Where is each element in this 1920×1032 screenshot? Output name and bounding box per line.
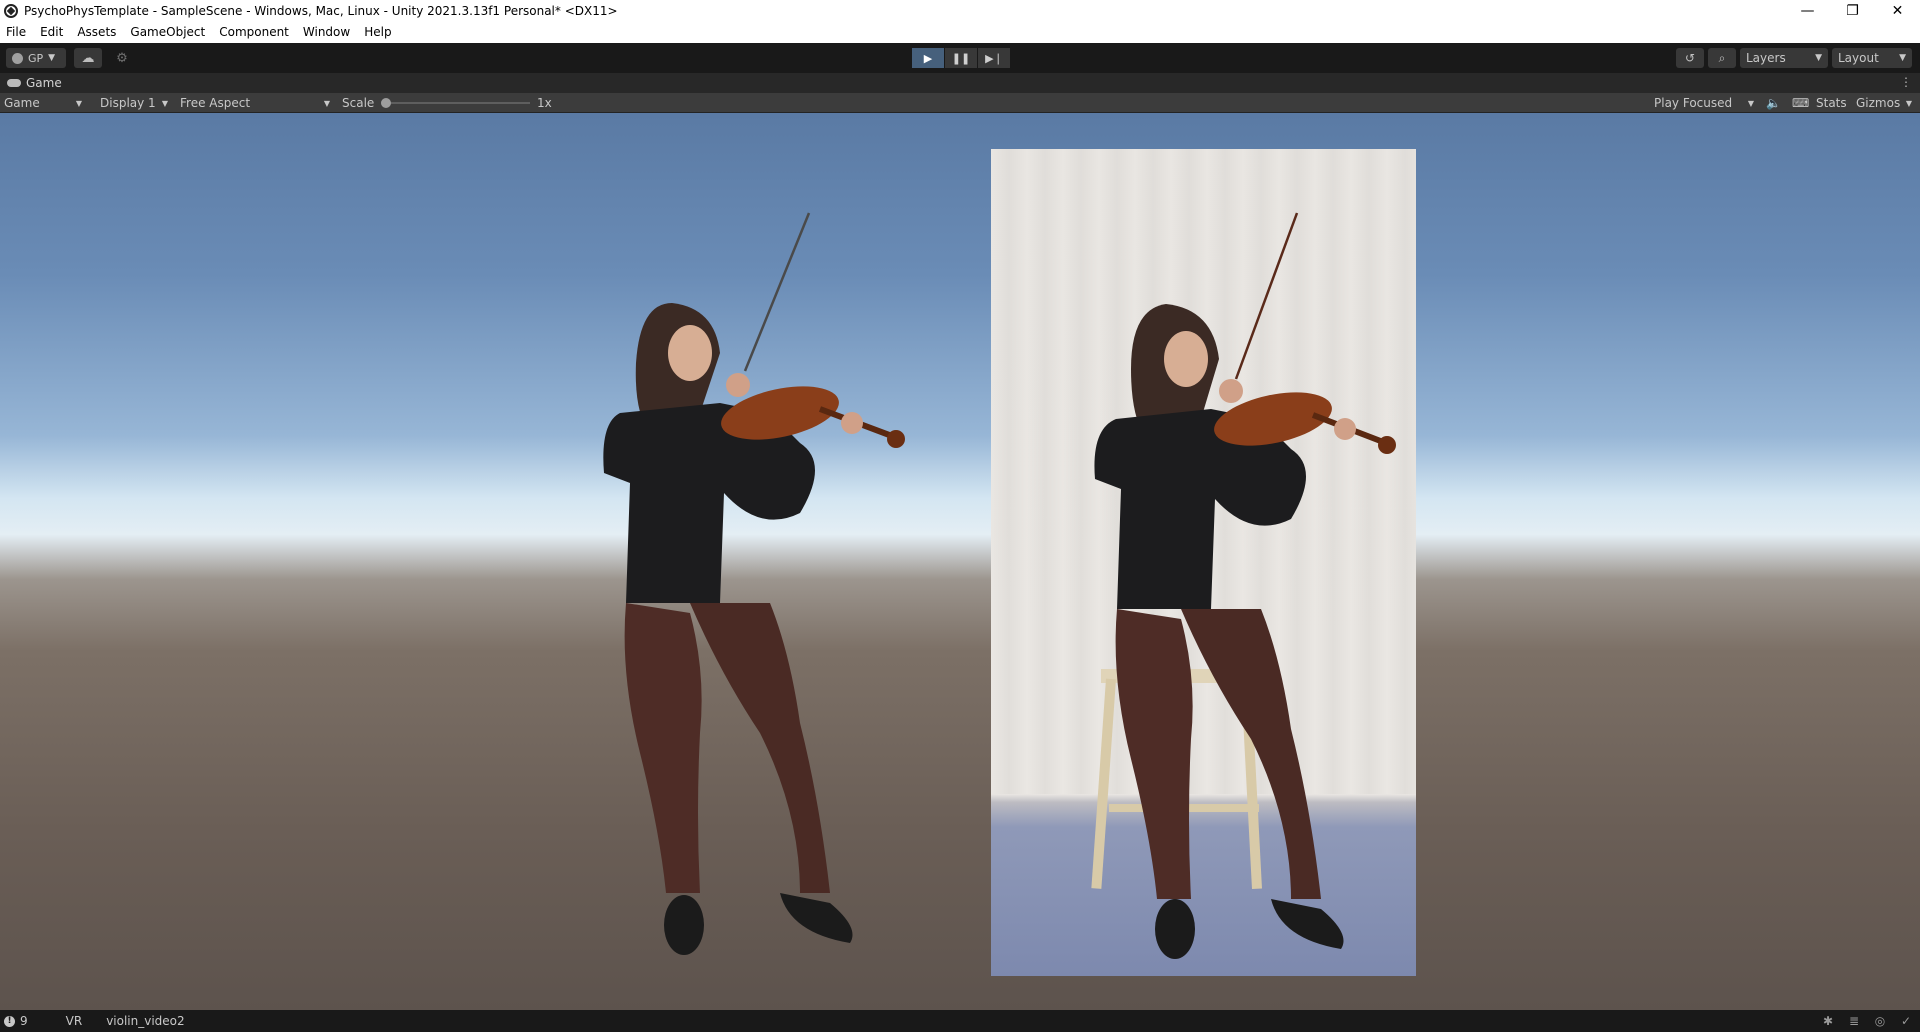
tab-game-label: Game (26, 76, 62, 90)
scale-slider-thumb[interactable] (381, 98, 391, 108)
menu-component[interactable]: Component (212, 22, 296, 43)
scale-value: 1x (537, 93, 552, 113)
game-view-toolbar: Game ▼ Display 1 ▼ Free Aspect ▼ Scale 1… (0, 93, 1920, 113)
toolbar-right-group: ↺ ⌕ Layers ▼ Layout ▼ (1676, 48, 1912, 68)
tab-bar: Game ⋮ (0, 73, 1920, 93)
gizmos-label: Gizmos (1856, 96, 1901, 110)
gizmos-dropdown[interactable]: Gizmos ▼ (1856, 93, 1916, 113)
pause-button[interactable]: ❚❚ (945, 48, 977, 68)
unity-logo-icon (4, 4, 18, 18)
account-dropdown[interactable]: GP ▼ (6, 48, 66, 68)
progress-check-icon[interactable]: ✓ (1898, 1013, 1914, 1029)
view-mode-dropdown[interactable]: Game ▼ (4, 93, 86, 113)
undo-history-button[interactable]: ↺ (1676, 48, 1704, 68)
stats-button[interactable]: Stats (1816, 93, 1847, 113)
scene-object-label: violin_video2 (106, 1014, 185, 1028)
account-icon (12, 52, 23, 64)
keyboard-icon: ⌨ (1792, 96, 1810, 110)
scale-label: Scale (342, 93, 374, 113)
game-viewport[interactable] (0, 113, 1920, 1010)
cache-server-icon[interactable]: ≣ (1846, 1013, 1862, 1029)
violinist-video (1094, 212, 1396, 959)
history-icon: ↺ (1684, 51, 1696, 65)
menu-edit[interactable]: Edit (33, 22, 70, 43)
account-label: GP (28, 51, 44, 65)
chevron-down-icon: ▼ (1815, 53, 1822, 63)
scale-value-text: 1x (537, 96, 552, 110)
status-right-icons: ✱ ≣ ◎ ✓ (1810, 1013, 1914, 1029)
chevron-down-icon: ▼ (161, 98, 168, 108)
gamepad-icon (7, 79, 21, 87)
chevron-down-icon: ▼ (75, 98, 82, 108)
scene-canvas (603, 212, 905, 955)
step-icon: ▶❘ (985, 51, 1003, 65)
video-frame (1091, 212, 1396, 959)
message-count[interactable]: 9 (20, 1014, 28, 1028)
scale-label-text: Scale (342, 96, 375, 110)
aspect-label: Free Aspect (180, 96, 251, 110)
display-label: Display 1 (100, 96, 156, 110)
layout-dropdown[interactable]: Layout ▼ (1832, 48, 1912, 68)
lighting-icon[interactable]: ◎ (1872, 1013, 1888, 1029)
debug-icon[interactable]: ✱ (1820, 1013, 1836, 1029)
view-mode-label: Game (4, 96, 40, 110)
playmode-controls: ▶ ❚❚ ▶❘ (912, 48, 1011, 68)
status-bar: ! 9 VR violin_video2 ✱ ≣ ◎ ✓ (0, 1010, 1920, 1032)
violinist-3d-model (603, 212, 905, 955)
main-toolbar: GP ▼ ☁ ⚙ ▶ ❚❚ ▶❘ ↺ ⌕ Layers ▼ Layout ▼ (0, 43, 1920, 73)
menu-window[interactable]: Window (296, 22, 357, 43)
scale-slider-track[interactable] (388, 102, 530, 104)
aspect-dropdown[interactable]: Free Aspect ▼ (180, 93, 334, 113)
play-button[interactable]: ▶ (912, 48, 944, 68)
title-bar: PsychoPhysTemplate - SampleScene - Windo… (0, 0, 1920, 22)
minimize-button[interactable]: — (1785, 0, 1830, 22)
shortcuts-button[interactable]: ⌨ (1792, 93, 1809, 113)
chevron-down-icon: ▼ (1899, 53, 1906, 63)
display-dropdown[interactable]: Display 1 ▼ (100, 93, 172, 113)
cloud-button[interactable]: ☁ (74, 48, 102, 68)
collab-settings-button[interactable]: ⚙ (108, 48, 136, 68)
menu-assets[interactable]: Assets (70, 22, 123, 43)
vr-label: VR (65, 1014, 83, 1028)
speaker-icon: 🔈 (1766, 96, 1781, 110)
mute-audio-button[interactable]: 🔈 (1766, 93, 1781, 113)
settings-icon: ⚙ (116, 50, 128, 66)
cloud-icon: ☁ (81, 50, 95, 66)
chevron-down-icon: ▼ (323, 98, 330, 108)
layers-label: Layers (1746, 51, 1786, 65)
menu-bar: File Edit Assets GameObject Component Wi… (0, 22, 1920, 43)
search-button[interactable]: ⌕ (1708, 48, 1736, 68)
close-button[interactable]: ✕ (1875, 0, 1920, 22)
play-icon: ▶ (923, 51, 933, 65)
window-controls: — ❐ ✕ (1785, 0, 1920, 22)
layout-label: Layout (1838, 51, 1879, 65)
video-plane (991, 149, 1416, 976)
chevron-down-icon: ▼ (1747, 98, 1754, 108)
chevron-down-icon: ▼ (48, 53, 56, 63)
layers-dropdown[interactable]: Layers ▼ (1740, 48, 1828, 68)
play-focused-dropdown[interactable]: Play Focused ▼ (1654, 93, 1758, 113)
menu-gameobject[interactable]: GameObject (123, 22, 212, 43)
play-focused-label: Play Focused (1654, 96, 1733, 110)
pause-icon: ❚❚ (951, 51, 971, 65)
stats-label: Stats (1816, 96, 1847, 110)
search-icon: ⌕ (1718, 50, 1726, 65)
chevron-down-icon: ▼ (1905, 98, 1912, 108)
menu-help[interactable]: Help (357, 22, 398, 43)
menu-file[interactable]: File (0, 22, 33, 43)
kebab-menu-icon[interactable]: ⋮ (1900, 75, 1912, 89)
restore-button[interactable]: ❐ (1830, 0, 1875, 22)
tab-game[interactable]: Game (0, 76, 62, 90)
step-button[interactable]: ▶❘ (978, 48, 1010, 68)
window-title: PsychoPhysTemplate - SampleScene - Windo… (24, 4, 618, 18)
info-icon[interactable]: ! (4, 1015, 15, 1027)
